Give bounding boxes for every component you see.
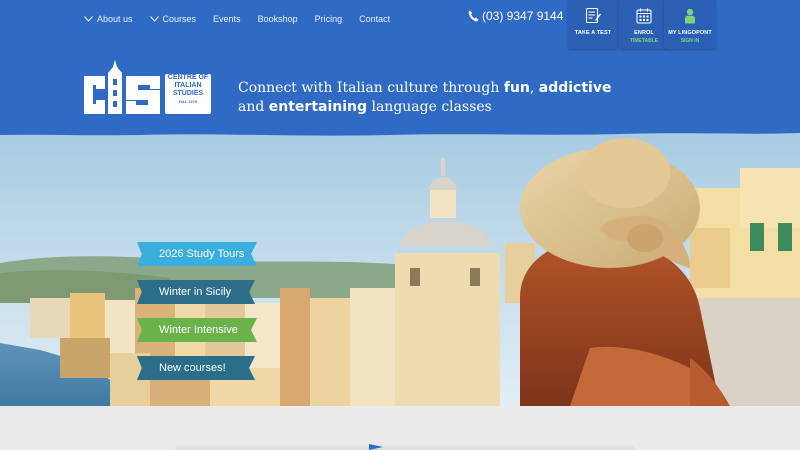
tagline-text: Connect with Italian culture through [238,80,504,96]
nav-item-bookshop[interactable]: Bookshop [258,14,298,24]
sign-in-label: SIGN IN [680,38,700,44]
nav-item-courses[interactable]: Courses [149,14,197,24]
logo-line-3: STUDIES [172,90,204,97]
banner-label: New courses! [159,362,226,374]
banner-winter-intensive[interactable]: Winter Intensive [137,318,257,342]
test-icon [584,7,602,25]
phone-link[interactable]: (03) 9347 9144 [468,9,563,23]
enrol-label: ENROL [634,30,654,36]
nav-item-label: Courses [162,14,197,24]
banner-label: Winter in Sicily [159,286,232,298]
tagline-text: language classes [367,99,492,115]
nav-item-events[interactable]: Events [213,14,241,24]
logo-line-1: CENTRE OF [167,74,209,81]
header-wave-edge [0,128,800,136]
phone-icon [468,10,479,22]
tagline-bold-addictive: addictive [538,80,612,96]
my-lingopont-label: MY LINGOPONT [668,30,712,36]
enrol-button[interactable]: ENROL TIMETABLE [619,0,669,49]
nav-item-label: Pricing [314,14,343,24]
nav-item-contact[interactable]: Contact [359,14,390,24]
nav-item-label: About us [97,14,133,24]
nav-item-label: Bookshop [257,14,298,24]
nav-item-label: Events [213,14,241,24]
banner-label: Winter Intensive [159,324,238,336]
logo-wordmark: CENTRE OF ITALIAN STUDIES DAL 1979 [165,74,211,105]
nav-item-label: Contact [359,14,391,24]
logo-since: DAL 1979 [178,99,198,104]
my-lingopont-button[interactable]: MY LINGOPONT SIGN IN [664,0,716,49]
content-section [0,406,800,450]
timetable-label: TIMETABLE [629,38,659,44]
tagline-bold-fun: fun [503,80,530,96]
banner-study-tours[interactable]: 2026 Study Tours [137,242,257,266]
site-header: About us Courses Events Bookshop Pricing… [0,0,800,138]
nav-item-pricing[interactable]: Pricing [315,14,343,24]
phone-number: (03) 9347 9144 [482,9,564,23]
tagline-bold-entertaining: entertaining [268,99,368,115]
tagline-text: , [529,80,539,96]
take-a-test-button[interactable]: TAKE A TEST [568,0,618,49]
hero-image [0,128,800,406]
calendar-icon [635,7,653,25]
user-icon [681,7,699,25]
tagline: Connect with Italian culture through fun… [238,79,611,117]
chevron-down-icon [84,16,93,22]
banner-winter-sicily[interactable]: Winter in Sicily [137,280,255,304]
hero-photo-procida [0,128,800,406]
section-marker-icon [369,444,383,450]
tagline-text: and [238,99,269,115]
chevron-down-icon [149,16,159,22]
cis-logo[interactable]: CENTRE OF ITALIAN STUDIES DAL 1979 [82,56,212,116]
content-card-edge [175,442,635,450]
banner-label: 2026 Study Tours [159,248,245,260]
nav-item-about-us[interactable]: About us [84,14,133,24]
take-a-test-label: TAKE A TEST [574,30,612,36]
main-nav: About us Courses Events Bookshop Pricing… [84,12,407,26]
banner-new-courses[interactable]: New courses! [137,356,255,380]
logo-line-2: ITALIAN [174,82,202,89]
